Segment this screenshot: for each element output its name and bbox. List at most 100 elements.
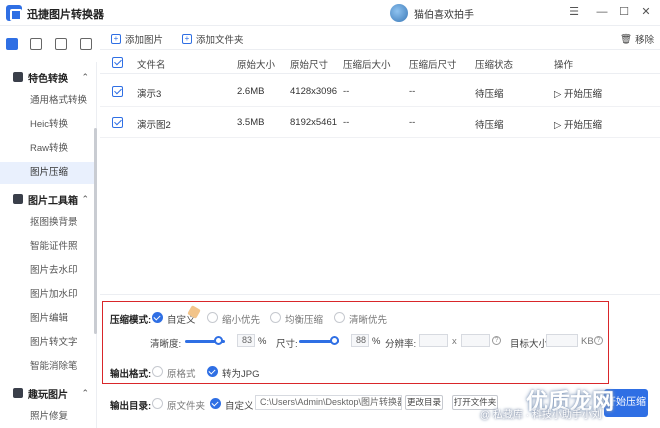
- fun-icon: [13, 388, 23, 398]
- folder-plus-icon: +: [182, 34, 192, 44]
- sidebar-item-restore[interactable]: 照片修复: [0, 406, 94, 428]
- table-row[interactable]: 演示3 2.6MB 4128x3096 -- -- 待压缩 ▷ 开始压缩: [100, 77, 660, 107]
- sidebar-group-fun[interactable]: 趣玩图片 ⌃: [0, 382, 97, 404]
- mode-balanced-radio[interactable]: [270, 312, 281, 323]
- close-icon[interactable]: ✕: [638, 4, 654, 20]
- sidebar-item-remove-watermark[interactable]: 图片去水印: [0, 260, 94, 282]
- new-size: --: [343, 117, 350, 128]
- special-convert-icon: [13, 72, 23, 82]
- compress-mode-label: 压缩模式:: [110, 315, 152, 326]
- minimize-icon[interactable]: —: [594, 4, 610, 20]
- mode-small-label[interactable]: 缩小优先: [222, 312, 260, 326]
- mode-custom-radio[interactable]: [152, 312, 163, 323]
- output-original-label[interactable]: 原文件夹: [167, 398, 205, 412]
- copy-icon[interactable]: [80, 38, 92, 50]
- sidebar-group-toolbox[interactable]: 图片工具箱 ⌃: [0, 188, 97, 210]
- sidebar-item-raw[interactable]: Raw转换: [0, 138, 94, 160]
- mode-clear-label[interactable]: 清晰优先: [349, 312, 387, 326]
- target-size-input[interactable]: [546, 334, 578, 347]
- convert-icon[interactable]: [6, 38, 18, 50]
- toolbar: + 添加图片 + 添加文件夹 🗑 移除: [100, 26, 660, 50]
- orig-size: 3.5MB: [237, 117, 265, 128]
- title-bar: 迅捷图片转换器 猫伯喜欢拍手 ☰ — ☐ ✕: [0, 0, 660, 26]
- mode-clear-radio[interactable]: [334, 312, 345, 323]
- sidebar-item-format-convert[interactable]: 通用格式转换: [0, 90, 94, 112]
- chevron-up-icon: ⌃: [81, 387, 89, 398]
- output-dir-label: 输出目录:: [110, 401, 152, 412]
- status-text: 待压缩: [475, 120, 504, 131]
- column-orig-dims: 原始尺寸: [290, 60, 329, 71]
- menu-icon[interactable]: ☰: [566, 4, 582, 20]
- remove-button[interactable]: 🗑 移除: [620, 32, 654, 47]
- format-jpg-radio[interactable]: [207, 366, 218, 377]
- resolution-height-input[interactable]: [461, 334, 490, 347]
- chevron-up-icon: ⌃: [81, 193, 89, 204]
- new-size: --: [343, 86, 350, 97]
- maximize-icon[interactable]: ☐: [616, 4, 632, 20]
- sidebar-item-edit[interactable]: 图片编辑: [0, 308, 94, 330]
- format-original-radio[interactable]: [152, 366, 163, 377]
- output-original-radio[interactable]: [152, 398, 163, 409]
- picture-icon[interactable]: [55, 38, 67, 50]
- help-icon[interactable]: ?: [492, 336, 501, 345]
- sidebar-scrollbar[interactable]: [94, 128, 97, 334]
- column-new-size: 压缩后大小: [343, 60, 391, 71]
- sidebar-item-id-photo[interactable]: 智能证件照: [0, 236, 94, 258]
- chevron-up-icon: ⌃: [81, 71, 89, 82]
- format-original-label[interactable]: 原格式: [167, 366, 196, 380]
- plus-icon: +: [111, 34, 121, 44]
- row-checkbox[interactable]: [112, 117, 123, 128]
- app-logo-icon: [6, 5, 22, 21]
- sidebar-item-compress[interactable]: 图片压缩: [0, 162, 94, 184]
- sidebar-group-label: 图片工具箱: [28, 195, 78, 207]
- clarity-label: 清晰度:: [150, 339, 182, 350]
- resolution-width-input[interactable]: [419, 334, 448, 347]
- username[interactable]: 猫伯喜欢拍手: [414, 6, 474, 21]
- orig-dims: 8192x5461: [290, 117, 338, 128]
- format-jpg-label[interactable]: 转为JPG: [222, 366, 259, 380]
- new-dims: --: [409, 86, 416, 97]
- mode-small-radio[interactable]: [207, 312, 218, 323]
- size-slider-knob[interactable]: [329, 336, 339, 345]
- file-name: 演示3: [137, 89, 162, 100]
- output-path-input[interactable]: C:\Users\Admin\Desktop\图片转换器: [255, 395, 402, 410]
- user-profile[interactable]: 猫伯喜欢拍手: [390, 3, 474, 23]
- resolution-label: 分辨率:: [385, 339, 417, 350]
- clarity-value-input[interactable]: 83: [237, 334, 255, 347]
- sidebar-item-eraser[interactable]: 智能消除笔: [0, 356, 94, 378]
- image-tool-icon[interactable]: [30, 38, 42, 50]
- start-compress-button[interactable]: ▷ 开始压缩: [554, 86, 602, 100]
- add-image-button[interactable]: + 添加图片: [111, 32, 163, 46]
- output-custom-radio[interactable]: [210, 398, 221, 409]
- add-folder-label: 添加文件夹: [196, 35, 244, 46]
- sidebar: 特色转换 ⌃ 通用格式转换 Heic转换 Raw转换 图片压缩 图片工具箱 ⌃ …: [0, 62, 97, 428]
- mode-balanced-label[interactable]: 均衡压缩: [285, 312, 323, 326]
- column-new-dims: 压缩后尺寸: [409, 60, 457, 71]
- sidebar-item-cutout[interactable]: 抠图换背景: [0, 212, 94, 234]
- change-dir-button[interactable]: 更改目录: [405, 395, 443, 410]
- avatar[interactable]: [390, 4, 408, 22]
- output-format-label: 输出格式:: [110, 369, 152, 380]
- new-dims: --: [409, 117, 416, 128]
- output-custom-label[interactable]: 自定义: [225, 398, 254, 412]
- clarity-slider-knob[interactable]: [213, 336, 223, 345]
- add-folder-button[interactable]: + 添加文件夹: [182, 32, 244, 46]
- sidebar-item-heic[interactable]: Heic转换: [0, 114, 94, 136]
- column-action: 操作: [554, 60, 574, 71]
- sidebar-item-ocr[interactable]: 图片转文字: [0, 332, 94, 354]
- sidebar-group-label: 趣玩图片: [28, 389, 68, 401]
- help-icon[interactable]: ?: [594, 336, 603, 345]
- select-all-checkbox[interactable]: [112, 57, 123, 68]
- size-value-input[interactable]: 88: [351, 334, 369, 347]
- start-compress-label: 开始压缩: [563, 89, 602, 100]
- orig-dims: 4128x3096: [290, 86, 338, 97]
- trash-icon: 🗑: [620, 33, 633, 45]
- size-label: 尺寸:: [276, 339, 298, 350]
- table-row[interactable]: 演示图2 3.5MB 8192x5461 -- -- 待压缩 ▷ 开始压缩: [100, 108, 660, 138]
- row-checkbox[interactable]: [112, 86, 123, 97]
- sidebar-item-add-watermark[interactable]: 图片加水印: [0, 284, 94, 306]
- toolbox-icon: [13, 194, 23, 204]
- sidebar-group-special[interactable]: 特色转换 ⌃: [0, 66, 97, 88]
- start-compress-button[interactable]: ▷ 开始压缩: [554, 117, 602, 131]
- play-icon: ▷: [554, 89, 564, 100]
